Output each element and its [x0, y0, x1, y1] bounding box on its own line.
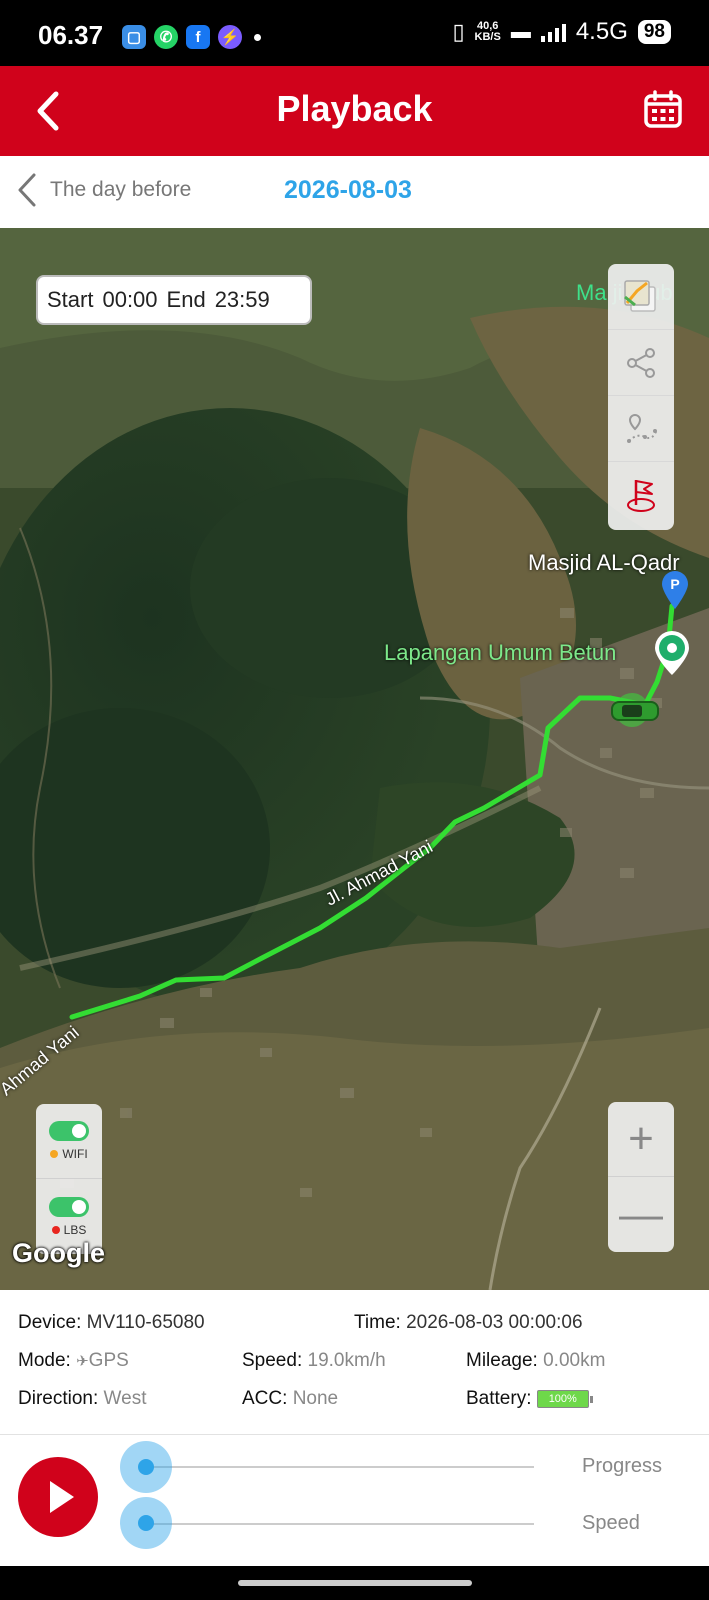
direction-label: Direction: [18, 1388, 99, 1409]
bed-icon: ▬ [510, 20, 531, 43]
wifi-toggle[interactable] [49, 1121, 89, 1141]
speed-row: Speed: 19.0km/h [242, 1350, 386, 1372]
vibrate-icon: ▯ [452, 19, 465, 44]
mileage-label: Mileage: [466, 1350, 538, 1371]
previous-day-button[interactable]: The day before [16, 172, 191, 208]
progress-slider-thumb[interactable] [120, 1441, 172, 1493]
mode-row: Mode: ✈GPS [18, 1350, 129, 1372]
direction-value: West [103, 1388, 147, 1409]
wifi-label-text: WIFI [62, 1147, 88, 1161]
speed-label: Speed [582, 1512, 640, 1534]
messages-app-icon: ▢ [122, 25, 146, 49]
flag-button[interactable] [608, 462, 674, 528]
zoom-in-button[interactable]: + [608, 1102, 674, 1177]
wifi-toggle-group: WIFI [36, 1104, 102, 1179]
flag-icon [627, 480, 655, 512]
date-navigation: The day before 2026-08-03 [0, 156, 709, 228]
satellite-icon: ✈ [76, 1353, 89, 1370]
share-button[interactable] [608, 330, 674, 396]
time-range-box[interactable]: Start 00:00 End 23:59 [36, 275, 312, 325]
direction-row: Direction: West [18, 1388, 146, 1410]
speed-slider-thumb[interactable] [120, 1497, 172, 1549]
acc-row: ACC: None [242, 1388, 338, 1410]
speed-value: 19.0km/h [307, 1350, 386, 1371]
start-location-marker-icon[interactable] [652, 630, 692, 676]
masjid-label: Masjid AL-Qadr [528, 550, 680, 575]
share-icon [627, 347, 655, 378]
device-value: MV110-65080 [86, 1312, 205, 1333]
zoom-out-button[interactable]: — [608, 1177, 674, 1252]
chevron-left-icon [18, 173, 36, 207]
notification-icons: ▢ ✆ f ⚡ [122, 25, 261, 49]
battery-label: Battery: [466, 1388, 532, 1409]
play-button[interactable] [18, 1457, 98, 1537]
map-toolbar [608, 264, 674, 530]
signal-icon [540, 22, 566, 42]
more-notifications-dot [254, 33, 261, 41]
network-type: 4.5G [575, 18, 628, 45]
end-label: End [166, 287, 206, 312]
satellite-map [0, 228, 709, 1290]
calendar-icon[interactable] [643, 90, 683, 130]
messenger-icon: ⚡ [218, 25, 242, 49]
net-speed-unit: KB/S [474, 31, 501, 43]
device-info-panel: Device: MV110-65080 Time: 2026-08-03 00:… [0, 1290, 709, 1434]
mode-label: Mode: [18, 1350, 71, 1371]
wifi-toggle-label: WIFI [50, 1147, 88, 1161]
mileage-row: Mileage: 0.00km [466, 1350, 605, 1372]
end-time: 23:59 [214, 287, 270, 312]
gesture-bar [0, 1566, 709, 1600]
start-label: Start [47, 287, 94, 312]
mode-value: GPS [88, 1350, 129, 1371]
battery-row: Battery: 100% [466, 1388, 593, 1410]
whatsapp-icon: ✆ [154, 25, 178, 49]
lbs-toggle[interactable] [49, 1196, 89, 1217]
mileage-value: 0.00km [543, 1350, 606, 1371]
status-bar: 06.37 ▢ ✆ f ⚡ ▯ 40,6 KB/S ▬ 4.5G 98 [0, 0, 709, 66]
status-right: ▯ 40,6 KB/S ▬ 4.5G 98 [452, 18, 671, 46]
vehicle-marker-icon[interactable] [606, 692, 666, 728]
battery-badge: 98 [637, 20, 671, 44]
wifi-dot-icon [50, 1150, 59, 1158]
parking-marker-label: P [670, 576, 679, 592]
net-speed: 40,6 KB/S [475, 21, 501, 43]
google-attribution: Google [12, 1238, 105, 1268]
speed-label: Speed: [242, 1350, 303, 1371]
data-source-toggles: WIFI LBS [36, 1104, 102, 1254]
lbs-toggle-label: LBS [51, 1222, 87, 1237]
map-layer-icon [624, 279, 656, 312]
start-time: 00:00 [102, 287, 158, 312]
time-label: Time: [354, 1312, 401, 1333]
time-row: Time: 2026-08-03 00:00:06 [354, 1312, 583, 1334]
lbs-label-text: LBS [63, 1222, 87, 1237]
lbs-dot-icon [51, 1225, 60, 1234]
status-time: 06.37 [38, 20, 104, 50]
route-points-icon [627, 413, 658, 443]
battery-icon: 100% [536, 1389, 593, 1408]
route-points-button[interactable] [608, 396, 674, 462]
previous-day-label: The day before [50, 178, 192, 201]
selected-date[interactable]: 2026-08-03 [284, 176, 412, 205]
progress-label: Progress [582, 1455, 663, 1477]
home-indicator[interactable] [238, 1580, 472, 1586]
parking-marker-icon[interactable]: P [660, 570, 690, 610]
map-view[interactable]: Start 00:00 End 23:59 Ma jir Tub [0, 228, 709, 1290]
progress-slider-track[interactable] [146, 1466, 534, 1468]
device-row: Device: MV110-65080 [18, 1312, 205, 1334]
acc-label: ACC: [242, 1388, 288, 1409]
map-layer-button[interactable] [608, 264, 674, 330]
zoom-controls: + — [608, 1102, 674, 1252]
speed-slider-track[interactable] [146, 1523, 534, 1525]
page-title: Playback [276, 88, 433, 129]
facebook-icon: f [186, 25, 210, 49]
app-header: Playback [0, 66, 709, 156]
device-label: Device: [18, 1312, 82, 1333]
acc-value: None [292, 1388, 339, 1409]
lapangan-label: Lapangan Umum Betun [384, 640, 617, 665]
time-value: 2026-08-03 00:00:06 [406, 1312, 583, 1333]
